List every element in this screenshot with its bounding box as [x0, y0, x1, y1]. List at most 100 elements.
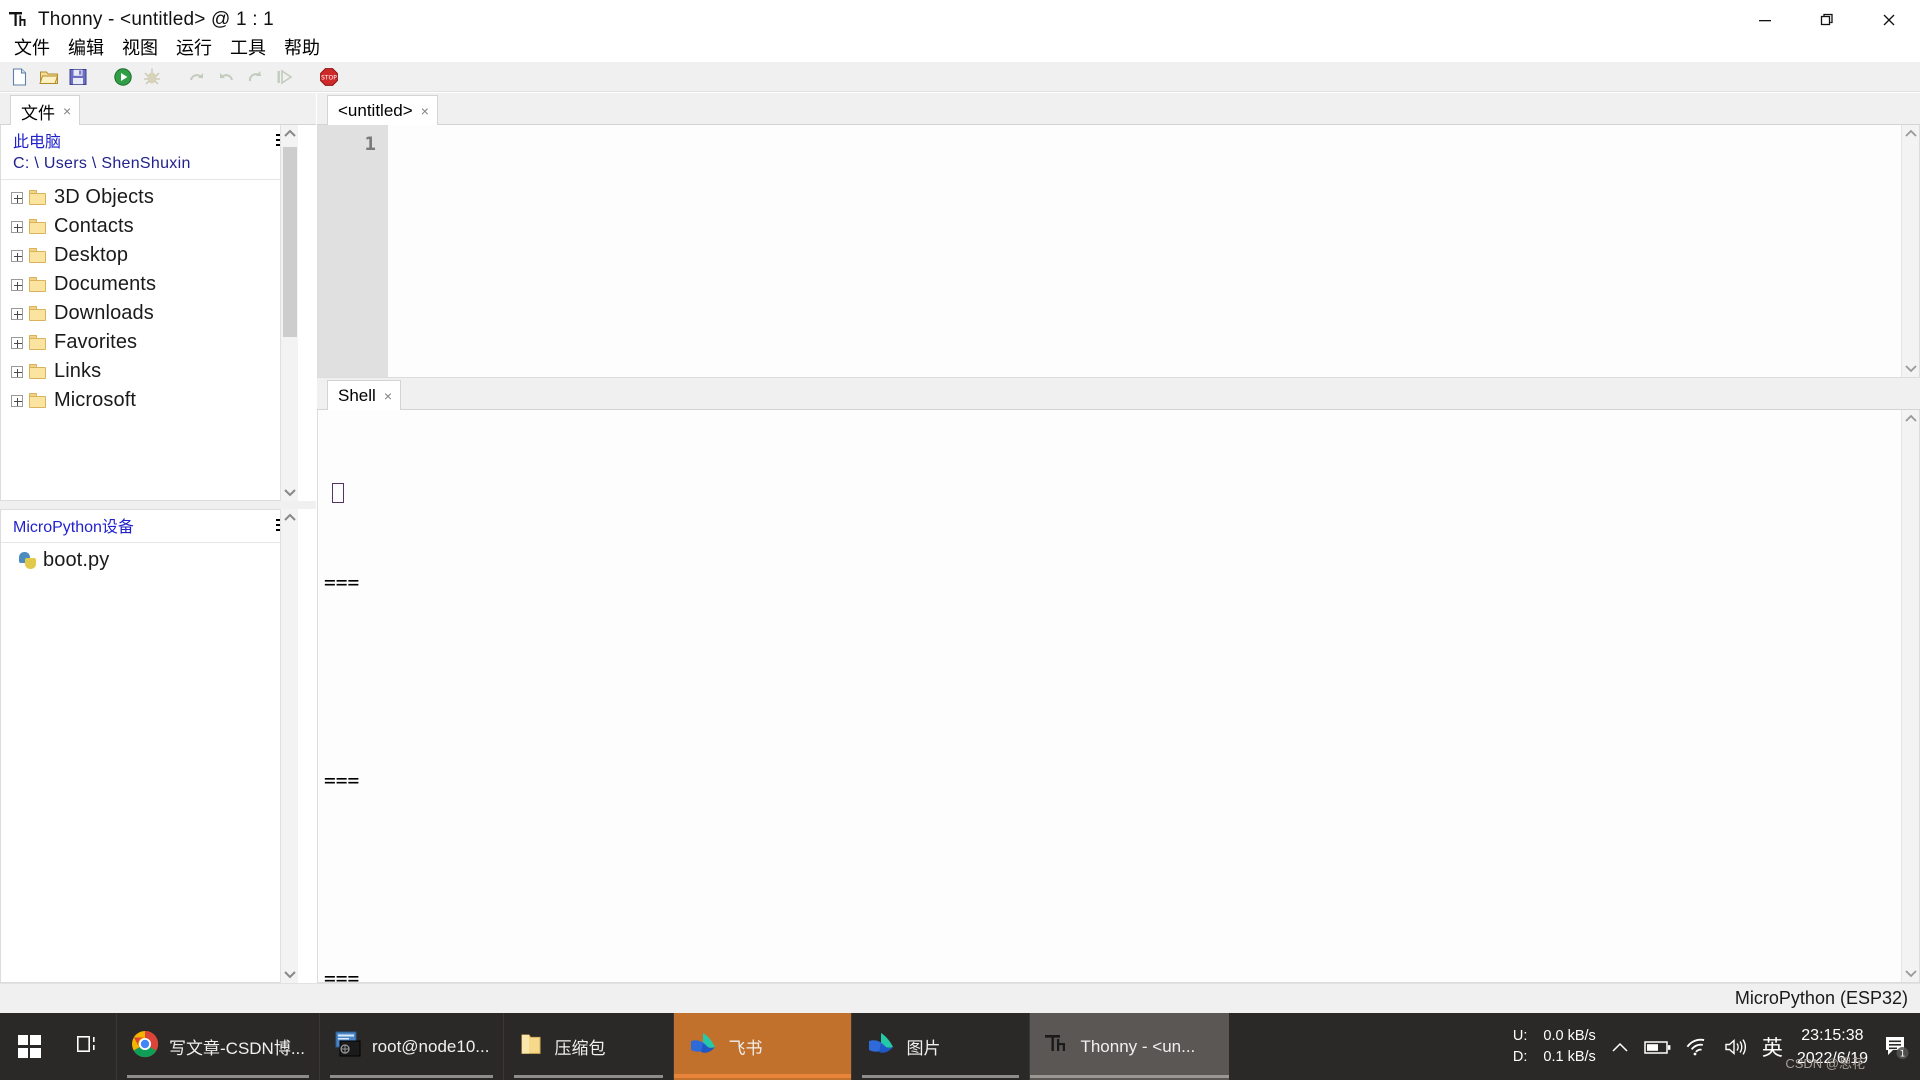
tab-shell[interactable]: Shell ×	[327, 380, 401, 411]
shell-line-text: ===	[324, 769, 360, 792]
tree-item-label: Documents	[54, 273, 157, 295]
tab-untitled[interactable]: <untitled> ×	[327, 95, 438, 126]
folder-icon	[29, 218, 48, 235]
tree-item-label: Microsoft	[54, 389, 137, 411]
tab-files[interactable]: 文件 ×	[10, 95, 81, 126]
volume-icon[interactable]	[1724, 1037, 1748, 1057]
taskbar-item-terminal[interactable]: root@node10...	[319, 1013, 503, 1080]
tree-item-microsoft[interactable]: Microsoft	[1, 386, 297, 415]
folder-icon	[29, 189, 48, 206]
step-into-icon	[216, 67, 236, 87]
expand-icon[interactable]	[11, 249, 23, 262]
network-speed-values: 0.0 kB/s 0.1 kB/s	[1543, 1026, 1595, 1068]
taskbar-item-indicator	[1030, 1075, 1230, 1078]
taskbar-item-archive[interactable]: 压缩包	[503, 1013, 673, 1080]
expand-icon[interactable]	[11, 336, 23, 349]
notification-button[interactable]: 1	[1882, 1033, 1910, 1061]
menu-run[interactable]: 运行	[167, 32, 221, 62]
tab-shell-close-icon[interactable]: ×	[382, 388, 394, 404]
taskbar-item-indicator	[330, 1075, 494, 1078]
folder-icon	[29, 247, 48, 264]
shell-scrollbar[interactable]	[1901, 410, 1919, 982]
tree-item-links[interactable]: Links	[1, 357, 297, 386]
new-file-icon[interactable]	[10, 67, 30, 87]
scroll-up-icon[interactable]	[1902, 410, 1919, 428]
taskbar-item-thonny[interactable]: Thonny - <un...	[1029, 1013, 1230, 1080]
taskbar-item-feishu[interactable]: 飞书	[673, 1013, 852, 1080]
python-file-icon	[19, 551, 37, 570]
wifi-icon[interactable]	[1686, 1037, 1710, 1057]
device-file-boot-py[interactable]: boot.py	[1, 546, 297, 575]
files-pane-scrollbar[interactable]	[280, 125, 298, 501]
chevron-up-icon[interactable]	[1610, 1040, 1630, 1054]
ime-indicator[interactable]: 英	[1762, 1032, 1783, 1062]
scroll-down-icon[interactable]	[281, 483, 299, 501]
shell-area: Shell × === === === ===	[317, 378, 1920, 983]
interpreter-status[interactable]: MicroPython (ESP32)	[1735, 988, 1908, 1009]
taskbar-item-chrome[interactable]: 写文章-CSDN博...	[116, 1013, 319, 1080]
scroll-down-icon[interactable]	[281, 965, 299, 983]
folder-icon	[29, 334, 48, 351]
tree-item-3d-objects[interactable]: 3D Objects	[1, 183, 297, 212]
menu-file[interactable]: 文件	[5, 32, 59, 62]
taskbar-item-label: 图片	[906, 1039, 941, 1058]
tab-untitled-close-icon[interactable]: ×	[419, 103, 431, 119]
tree-item-label: Links	[54, 360, 102, 382]
menu-bar: 文件 编辑 视图 运行 工具 帮助	[0, 33, 1920, 61]
thonny-icon	[1044, 1031, 1070, 1062]
tab-shell-label: Shell	[338, 386, 376, 405]
scrollbar-thumb[interactable]	[283, 147, 297, 337]
menu-view[interactable]: 视图	[113, 32, 167, 62]
shell-line: ===	[324, 964, 1919, 982]
tree-item-contacts[interactable]: Contacts	[1, 212, 297, 241]
expand-icon[interactable]	[11, 191, 23, 204]
stop-icon[interactable]: STOP	[319, 67, 339, 87]
tree-item-downloads[interactable]: Downloads	[1, 299, 297, 328]
toolbar: STOP	[0, 62, 1920, 92]
chrome-icon	[131, 1030, 159, 1063]
battery-icon[interactable]	[1644, 1038, 1672, 1056]
tree-item-documents[interactable]: Documents	[1, 270, 297, 299]
code-editor[interactable]	[389, 125, 1901, 377]
editor-area: <untitled> × 1	[317, 93, 1920, 378]
expand-icon[interactable]	[11, 307, 23, 320]
menu-help[interactable]: 帮助	[275, 32, 329, 62]
expand-icon[interactable]	[11, 394, 23, 407]
scroll-up-icon[interactable]	[281, 125, 298, 143]
open-file-icon[interactable]	[39, 67, 59, 87]
scroll-up-icon[interactable]	[1902, 125, 1919, 143]
scroll-down-icon[interactable]	[1902, 359, 1920, 377]
network-speed-widget[interactable]: U: D: 0.0 kB/s 0.1 kB/s	[1513, 1026, 1596, 1068]
tab-files-close-icon[interactable]: ×	[61, 103, 73, 119]
start-button[interactable]	[0, 1013, 58, 1080]
run-icon[interactable]	[113, 67, 133, 87]
pane-splitter[interactable]	[0, 501, 316, 509]
menu-edit[interactable]: 编辑	[59, 32, 113, 62]
unknown-char-box-icon	[332, 483, 344, 503]
task-view-button[interactable]	[58, 1013, 116, 1080]
shell-wrapper[interactable]: === === === === WARNING:root:Unexpected …	[317, 410, 1920, 983]
save-file-icon[interactable]	[68, 67, 88, 87]
device-pane-scrollbar[interactable]	[280, 509, 298, 983]
shell-line-spacer	[324, 856, 1919, 904]
taskbar-item-pictures[interactable]: 图片	[851, 1013, 1029, 1080]
expand-icon[interactable]	[11, 365, 23, 378]
menu-tools[interactable]: 工具	[221, 32, 275, 62]
scroll-up-icon[interactable]	[281, 509, 298, 527]
scroll-down-icon[interactable]	[1902, 964, 1919, 982]
editor-wrapper: 1	[317, 125, 1920, 378]
windows-start-icon	[17, 1035, 41, 1058]
csdn-watermark: CSDN @思花	[1785, 1056, 1865, 1071]
this-pc-label[interactable]: 此电脑	[13, 128, 61, 152]
line-number: 1	[364, 133, 376, 155]
download-speed: 0.1 kB/s	[1543, 1048, 1596, 1065]
shell-output: === === === === WARNING:root:Unexpected …	[318, 410, 1919, 982]
expand-icon[interactable]	[11, 220, 23, 233]
tree-item-favorites[interactable]: Favorites	[1, 328, 297, 357]
editor-scrollbar[interactable]	[1901, 125, 1919, 377]
left-panel: 文件 × 此电脑 C: \ Users \ ShenShuxin 3D Obje…	[0, 93, 316, 983]
tree-item-desktop[interactable]: Desktop	[1, 241, 297, 270]
folder-icon	[29, 305, 48, 322]
folder-icon	[29, 276, 48, 293]
expand-icon[interactable]	[11, 278, 23, 291]
